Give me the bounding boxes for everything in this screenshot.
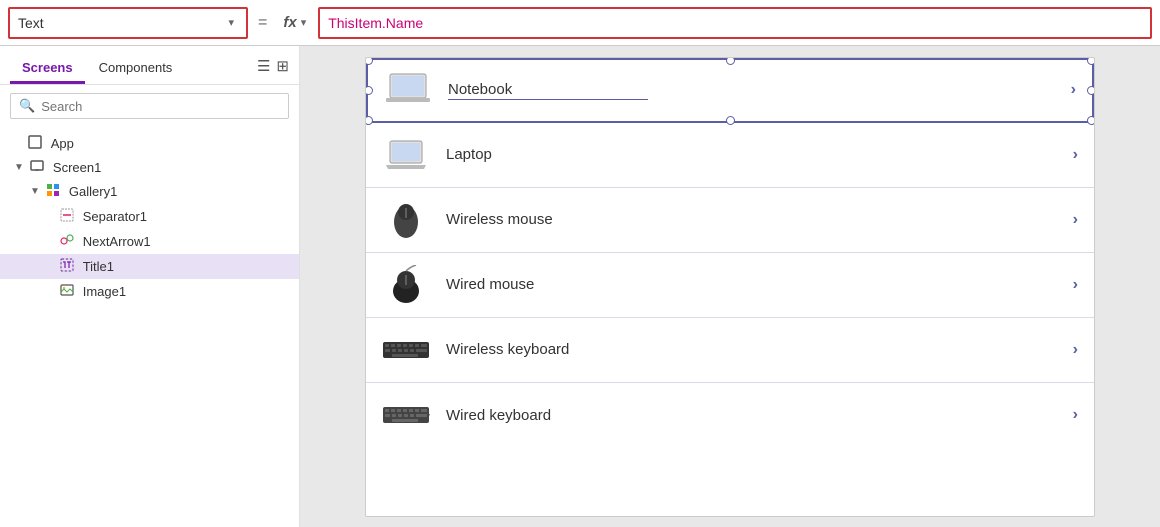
fx-box: fx ▾: [277, 14, 312, 31]
tree-item-screen1[interactable]: ▼ Screen1: [0, 156, 299, 179]
tree: ▶ App ▼ Screen1 ▼: [0, 127, 299, 527]
tree-label-image1: Image1: [83, 284, 126, 299]
gallery-icon: [46, 183, 60, 200]
search-box[interactable]: 🔍: [10, 93, 289, 119]
item-image-wireless-keyboard: [382, 330, 430, 370]
tree-item-app[interactable]: ▶ App: [0, 131, 299, 156]
tree-label-separator1: Separator1: [83, 209, 147, 224]
gallery-item-wireless-mouse[interactable]: Wireless mouse ›: [366, 188, 1094, 253]
tree-arrow-gallery1[interactable]: ▼: [30, 186, 40, 197]
property-dropdown-button[interactable]: ▾: [224, 16, 238, 29]
main-layout: Screens Components ☰ ⊞ 🔍 ▶ App: [0, 46, 1160, 527]
search-input[interactable]: [41, 99, 280, 114]
item-image-notebook: [384, 70, 432, 110]
tree-label-app: App: [51, 136, 74, 151]
tab-components[interactable]: Components: [87, 54, 185, 84]
handle-tl[interactable]: [365, 57, 373, 65]
item-label-wired-keyboard: Wired keyboard: [446, 407, 1057, 424]
title-icon: [60, 258, 74, 275]
property-selector-text: Text: [18, 15, 224, 31]
left-panel: Screens Components ☰ ⊞ 🔍 ▶ App: [0, 46, 300, 527]
item-image-laptop: [382, 135, 430, 175]
canvas-container: Notebook › Laptop ›: [365, 57, 1095, 517]
tree-label-screen1: Screen1: [53, 160, 101, 175]
tab-screens[interactable]: Screens: [10, 54, 85, 84]
item-chevron-laptop: ›: [1073, 146, 1078, 164]
canvas-area: Notebook › Laptop ›: [300, 46, 1160, 527]
item-chevron-wireless-keyboard: ›: [1073, 341, 1078, 359]
tree-item-title1[interactable]: ▶ Title1: [0, 254, 299, 279]
fx-label: fx: [283, 14, 296, 31]
search-icon: 🔍: [19, 98, 35, 114]
item-chevron-wired-mouse: ›: [1073, 276, 1078, 294]
item-text-notebook: Notebook: [448, 81, 648, 100]
formula-property-part: Name: [386, 15, 423, 31]
item-text-laptop: Laptop: [446, 146, 492, 163]
item-chevron-wireless-mouse: ›: [1073, 211, 1078, 229]
panel-tab-icons: ☰ ⊞: [257, 57, 289, 81]
item-text-wired-keyboard: Wired keyboard: [446, 407, 551, 424]
item-image-wired-mouse: [382, 265, 430, 305]
formula-expression-box[interactable]: ThisItem.Name: [318, 7, 1152, 39]
handle-ml[interactable]: [365, 86, 373, 95]
fx-dropdown-button[interactable]: ▾: [301, 16, 307, 29]
item-label-laptop: Laptop: [446, 146, 1057, 163]
separator-icon: [60, 208, 74, 225]
nextarrow-icon: [60, 233, 74, 250]
gallery-item-notebook[interactable]: Notebook ›: [366, 58, 1094, 123]
handle-tr[interactable]: [1087, 57, 1095, 65]
tree-arrow-screen1[interactable]: ▼: [14, 162, 24, 173]
panel-tabs: Screens Components ☰ ⊞: [0, 46, 299, 85]
fx-dropdown-arrow: ▾: [301, 17, 307, 29]
gallery-item-wireless-keyboard[interactable]: Wireless keyboard ›: [366, 318, 1094, 383]
item-label-wireless-mouse: Wireless mouse: [446, 211, 1057, 228]
item-image-wired-keyboard: [382, 395, 430, 435]
item-chevron-notebook: ›: [1071, 81, 1076, 99]
formula-expression-text: ThisItem.Name: [328, 15, 423, 31]
item-text-wired-mouse: Wired mouse: [446, 276, 534, 293]
property-selector-box[interactable]: Text ▾: [8, 7, 248, 39]
gallery-item-wired-keyboard[interactable]: Wired keyboard ›: [366, 383, 1094, 448]
handle-tm[interactable]: [726, 57, 735, 65]
handle-mr[interactable]: [1087, 86, 1095, 95]
item-text-wireless-mouse: Wireless mouse: [446, 211, 553, 228]
tree-label-gallery1: Gallery1: [69, 184, 117, 199]
property-dropdown-arrow: ▾: [228, 17, 234, 29]
tree-label-title1: Title1: [83, 259, 114, 274]
app-icon: [28, 135, 42, 152]
tree-item-image1[interactable]: ▶ Image1: [0, 279, 299, 304]
formula-object-part: ThisItem: [328, 15, 382, 31]
item-image-wireless-mouse: [382, 200, 430, 240]
grid-view-icon[interactable]: ⊞: [276, 57, 289, 75]
item-chevron-wired-keyboard: ›: [1073, 406, 1078, 424]
item-label-wireless-keyboard: Wireless keyboard: [446, 341, 1057, 358]
tree-item-gallery1[interactable]: ▼ Gallery1: [0, 179, 299, 204]
gallery-item-laptop[interactable]: Laptop ›: [366, 123, 1094, 188]
formula-bar: Text ▾ = fx ▾ ThisItem.Name: [0, 0, 1160, 46]
list-view-icon[interactable]: ☰: [257, 57, 270, 75]
equals-sign: =: [254, 14, 271, 32]
screen-icon: [30, 160, 44, 175]
item-text-wireless-keyboard: Wireless keyboard: [446, 341, 569, 358]
tree-label-nextarrow1: NextArrow1: [83, 234, 151, 249]
tree-item-nextarrow1[interactable]: ▶ NextArrow1: [0, 229, 299, 254]
image-icon: [60, 283, 74, 300]
gallery-item-wired-mouse[interactable]: Wired mouse ›: [366, 253, 1094, 318]
item-label-notebook: Notebook: [448, 81, 1055, 100]
tree-item-separator1[interactable]: ▶ Separator1: [0, 204, 299, 229]
item-label-wired-mouse: Wired mouse: [446, 276, 1057, 293]
